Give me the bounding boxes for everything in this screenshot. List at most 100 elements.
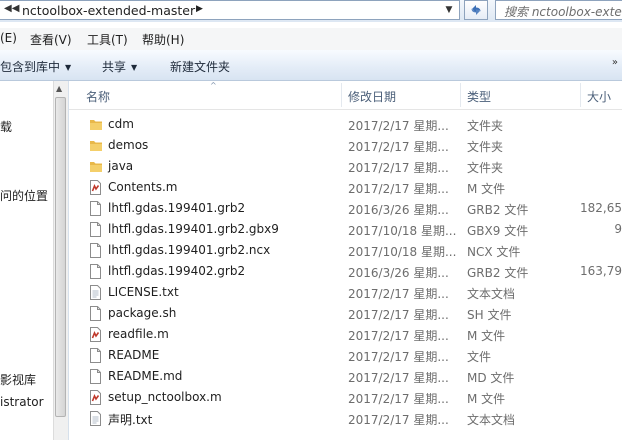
file-row[interactable]: 声明.txt 2017/2/17 星期... 文本文档 [69,408,622,429]
file-name[interactable]: lhtfl.gdas.199401.grb2.gbx9 [108,222,279,236]
column-divider[interactable] [341,83,342,107]
file-row[interactable]: lhtfl.gdas.199401.grb2.gbx9 2017/10/18 星期… [69,219,622,240]
column-header-date[interactable]: 修改日期 [348,88,396,105]
file-row[interactable]: java 2017/2/17 星期... 文件夹 [69,156,622,177]
file-type: GRB2 文件 [467,203,529,217]
file-type: 文件夹 [467,140,504,154]
refresh-button[interactable] [464,0,488,20]
file-size: 182,65 [580,201,622,215]
menu-help[interactable]: 帮助(H) [142,31,184,48]
file-modified-date: 2017/10/18 星期... [348,245,457,259]
breadcrumb-chevron-icon[interactable]: ◀◀ [4,3,19,14]
file-row[interactable]: README 2017/2/17 星期... 文件 [69,345,622,366]
file-modified-date: 2017/2/17 星期... [348,308,449,322]
file-row[interactable]: readfile.m 2017/2/17 星期... M 文件 [69,324,622,345]
file-row[interactable]: Contents.m 2017/2/17 星期... M 文件 [69,177,622,198]
file-name[interactable]: 声明.txt [108,411,152,428]
file-type: 文本文档 [467,287,516,301]
file-name[interactable]: java [108,159,133,173]
breadcrumb-arrow-icon[interactable]: ▶ [196,4,203,14]
file-icon [89,369,102,384]
search-input[interactable]: 搜索 nctoolbox-exte [504,3,622,20]
file-name[interactable]: Contents.m [108,180,177,194]
file-modified-date: 2017/2/17 星期... [348,413,449,427]
file-name[interactable]: cdm [108,117,134,131]
share-button[interactable]: 共享 ▼ [102,58,137,75]
file-list: cdm 2017/2/17 星期... 文件夹 demos 2017/2/17 星期..… [69,114,622,429]
file-name[interactable]: lhtfl.gdas.199401.grb2 [108,201,245,215]
column-divider[interactable] [580,83,581,107]
file-modified-date: 2017/2/17 星期... [348,119,449,133]
file-type: M 文件 [467,182,506,196]
file-type: MD 文件 [467,371,515,385]
file-name[interactable]: README.md [108,369,182,383]
file-type: 文件夹 [467,119,504,133]
address-bar-row: ◀◀ nctoolbox-extended-master ▶ ▼ 搜索 ncto… [0,0,622,22]
file-type: 文本文档 [467,413,516,427]
file-name[interactable]: lhtfl.gdas.199401.grb2.ncx [108,243,270,257]
column-divider[interactable] [460,83,461,107]
file-type: GBX9 文件 [467,224,529,238]
matlab-file-icon [89,390,102,405]
text-file-icon [89,411,102,426]
share-label: 共享 [102,60,127,74]
breadcrumb-current-folder[interactable]: nctoolbox-extended-master [22,3,195,18]
file-row[interactable]: lhtfl.gdas.199401.grb2 2016/3/26 星期... GRB… [69,198,622,219]
file-name[interactable]: readfile.m [108,327,169,341]
file-row[interactable]: README.md 2017/2/17 星期... MD 文件 [69,366,622,387]
search-box[interactable]: 搜索 nctoolbox-exte [495,0,622,20]
more-commands-icon[interactable]: » [612,57,618,68]
file-name[interactable]: demos [108,138,148,152]
column-header-size[interactable]: 大小 [587,88,611,105]
nav-scrollbar-thumb[interactable] [55,97,66,417]
file-row[interactable]: LICENSE.txt 2017/2/17 星期... 文本文档 [69,282,622,303]
file-modified-date: 2017/10/18 星期... [348,224,457,238]
file-type: M 文件 [467,392,506,406]
file-name[interactable]: lhtfl.gdas.199402.grb2 [108,264,245,278]
file-type: GRB2 文件 [467,266,529,280]
file-row[interactable]: demos 2017/2/17 星期... 文件夹 [69,135,622,156]
file-modified-date: 2017/2/17 星期... [348,392,449,406]
file-type: NCX 文件 [467,245,521,259]
nav-item-administrator[interactable]: istrator [0,395,44,409]
file-icon [89,201,102,216]
include-in-library-label: 包含到库中 [0,60,61,74]
menu-tools[interactable]: 工具(T) [87,31,128,48]
file-row[interactable]: lhtfl.gdas.199401.grb2.ncx 2017/10/18 星期.… [69,240,622,261]
nav-item-downloads[interactable]: 下载 [0,118,12,135]
file-row[interactable]: cdm 2017/2/17 星期... 文件夹 [69,114,622,135]
file-row[interactable]: setup_nctoolbox.m 2017/2/17 星期... M 文件 [69,387,622,408]
file-name[interactable]: package.sh [108,306,176,320]
menu-view[interactable]: 查看(V) [30,31,72,48]
scroll-up-icon[interactable]: ▲ [56,84,62,93]
file-type: 文件 [467,350,492,364]
file-name[interactable]: README [108,348,159,362]
column-header-row: ^ 名称 修改日期 类型 大小 [69,81,622,110]
file-icon [89,264,102,279]
column-header-name[interactable]: 名称 [86,88,110,105]
address-dropdown-icon[interactable]: ▼ [441,2,457,19]
file-row[interactable]: lhtfl.gdas.199402.grb2 2016/3/26 星期... GRB… [69,261,622,282]
command-bar: 包含到库中 ▼ 共享 ▼ 新建文件夹 » [0,50,622,81]
chevron-down-icon: ▼ [131,63,138,72]
file-row[interactable]: package.sh 2017/2/17 星期... SH 文件 [69,303,622,324]
file-icon [89,348,102,363]
menu-edit[interactable]: (E) [0,31,17,45]
nav-item-recent-places[interactable]: 问的位置 [0,187,48,204]
nav-item-videos[interactable]: 影视库 [0,371,36,388]
nav-scrollbar[interactable]: ▲ [53,81,68,440]
file-modified-date: 2017/2/17 星期... [348,329,449,343]
file-modified-date: 2017/2/17 星期... [348,140,449,154]
file-icon [89,243,102,258]
column-header-type[interactable]: 类型 [467,88,491,105]
file-modified-date: 2017/2/17 星期... [348,287,449,301]
file-icon [89,306,102,321]
matlab-file-icon [89,327,102,342]
address-bar[interactable]: ◀◀ nctoolbox-extended-master ▶ ▼ [0,0,460,20]
text-file-icon [89,285,102,300]
include-in-library-button[interactable]: 包含到库中 ▼ [0,58,71,75]
file-name[interactable]: setup_nctoolbox.m [108,390,222,404]
file-icon [89,222,102,237]
file-name[interactable]: LICENSE.txt [108,285,179,299]
new-folder-button[interactable]: 新建文件夹 [170,58,230,75]
